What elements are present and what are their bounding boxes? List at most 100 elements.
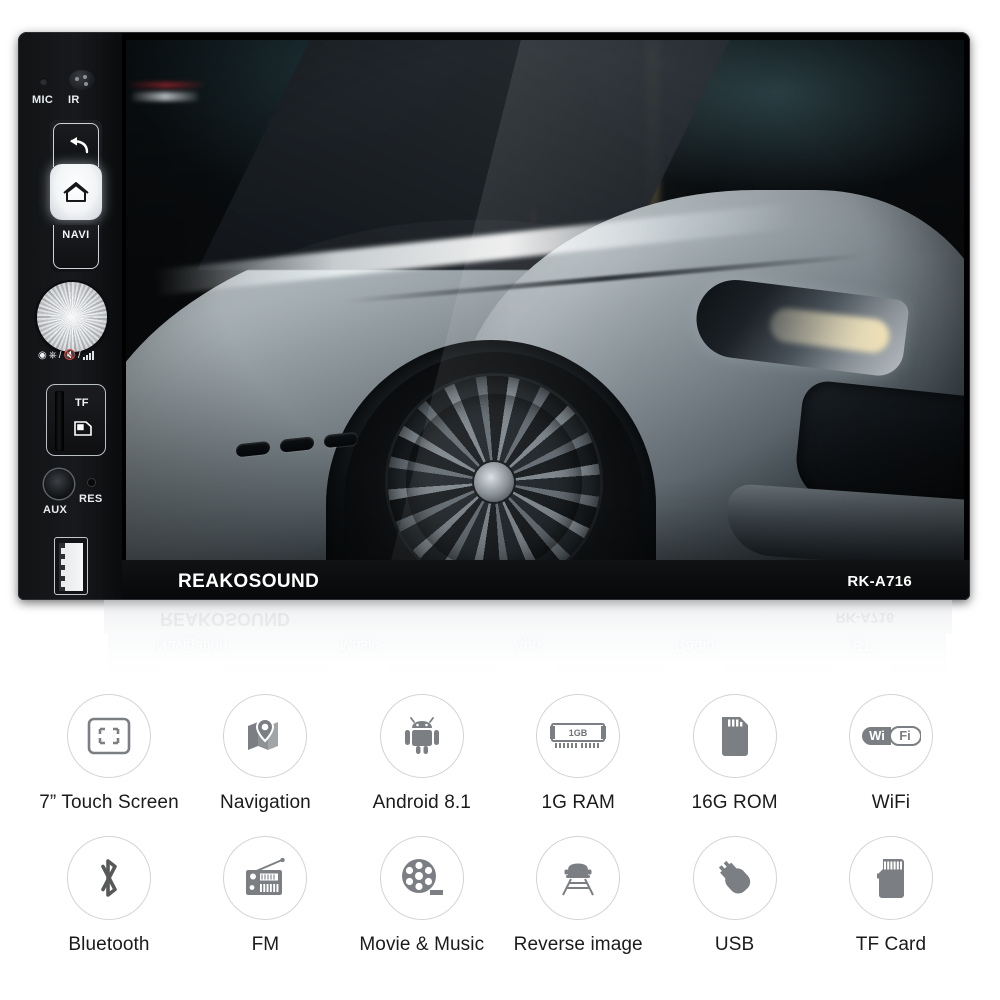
reflection-model-number: RK-A716	[835, 610, 894, 626]
background-white-light	[132, 92, 198, 101]
volume-bars-icon	[82, 351, 94, 360]
aux-label: AUX	[43, 504, 68, 516]
feature-icon-circle	[379, 694, 464, 778]
feature-ram[interactable]: 1GB 1G RAM	[505, 694, 651, 814]
device-stage: MIC IR NAVI ◉ ⎈ / 🔇 / TF AUX RES REAKOSO…	[0, 0, 1000, 690]
ram-module-icon: 1GB	[550, 723, 607, 748]
tf-card-slot[interactable]: TF	[46, 384, 106, 456]
feature-fm[interactable]: FM	[192, 836, 338, 956]
back-arrow-icon	[70, 137, 89, 154]
feature-label: Android 8.1	[372, 792, 471, 813]
feature-rom[interactable]: 16G ROM	[662, 694, 808, 814]
sd-card-icon	[74, 421, 92, 436]
feature-label: Movie & Music	[359, 934, 485, 955]
bluetooth-icon	[101, 859, 117, 897]
feature-label: USB	[714, 934, 755, 955]
feature-label: 1G RAM	[541, 792, 615, 813]
navi-label: NAVI	[62, 229, 90, 241]
android-robot-icon	[404, 717, 439, 754]
car-stereo-head-unit: MIC IR NAVI ◉ ⎈ / 🔇 / TF AUX RES REAKOSO…	[18, 32, 970, 600]
feature-label: Reverse image	[513, 934, 643, 955]
feature-icon-circle	[379, 836, 464, 920]
aux-input-jack[interactable]	[44, 469, 74, 499]
mic-label: MIC	[32, 94, 54, 106]
reflection-menu: Navigation Music App Radio BT	[108, 637, 946, 654]
back-button[interactable]	[53, 123, 99, 167]
feature-grid: 7” Touch Screen Navigation Android 8.1 1…	[0, 694, 1000, 1000]
feature-icon-circle	[223, 694, 308, 778]
reflection-menu-item: Navigation	[156, 637, 228, 654]
brand-name: REAKOSOUND	[178, 571, 320, 592]
eye-icon: ◉	[38, 350, 47, 361]
home-icon	[63, 182, 89, 202]
reflection-menu-item: App	[513, 637, 541, 654]
feature-android[interactable]: Android 8.1	[349, 694, 495, 814]
feature-icon-circle: Wi Fi	[848, 694, 933, 778]
feature-reverse-image[interactable]: Reverse image	[505, 836, 651, 956]
reflection-menu-item: Radio	[674, 637, 715, 654]
feature-icon-circle	[536, 836, 621, 920]
feature-wifi[interactable]: Wi Fi WiFi	[818, 694, 964, 814]
feature-bluetooth[interactable]: Bluetooth	[36, 836, 182, 956]
radio-icon	[246, 858, 286, 895]
wifi-badge-icon: Wi Fi	[861, 726, 921, 746]
feature-label: 7” Touch Screen	[39, 792, 179, 813]
slash-separator: /	[58, 350, 62, 361]
feature-label: Bluetooth	[68, 934, 150, 955]
feature-icon-circle	[692, 836, 777, 920]
display-screen[interactable]	[126, 40, 964, 560]
model-number: RK-A716	[847, 573, 912, 590]
power-mute-volume-icon: ◉ ⎈ / 🔇 /	[38, 350, 110, 361]
feature-navigation[interactable]: Navigation	[192, 694, 338, 814]
reset-button[interactable]	[88, 479, 95, 486]
reflection-menu-item: BT	[852, 637, 872, 654]
background-red-light	[126, 82, 206, 88]
home-button[interactable]	[50, 164, 102, 220]
film-reel-icon	[401, 859, 443, 895]
slash-separator: /	[77, 350, 81, 361]
feature-icon-circle	[67, 694, 151, 778]
ir-sensor-icon	[69, 70, 95, 90]
touch-screen-icon	[87, 717, 131, 755]
volume-power-knob[interactable]	[37, 282, 107, 352]
memory-card-icon	[721, 717, 748, 756]
ram-chip-text: 1GB	[569, 728, 588, 738]
tf-card-icon	[876, 859, 904, 898]
brand-bar: REAKOSOUND RK-A716	[122, 560, 970, 600]
mute-icon: 🔇	[63, 350, 76, 361]
feature-touch-screen[interactable]: 7” Touch Screen	[36, 694, 182, 814]
feature-label: TF Card	[855, 934, 927, 955]
ir-label: IR	[68, 94, 80, 106]
feature-icon-circle	[692, 694, 777, 778]
map-pin-icon	[248, 717, 279, 750]
screen-frame	[122, 32, 970, 600]
microphone-icon	[40, 78, 47, 85]
reflection-brand-bar: REAKOSOUND RK-A716	[104, 600, 952, 634]
feature-tf-card[interactable]: TF Card	[818, 836, 964, 956]
navi-button[interactable]: NAVI	[53, 225, 99, 269]
tf-label: TF	[75, 397, 89, 409]
feature-icon-circle	[848, 836, 933, 920]
feature-row-1: 7” Touch Screen Navigation Android 8.1 1…	[36, 694, 964, 814]
feature-label: FM	[251, 934, 280, 955]
feature-usb[interactable]: USB	[662, 836, 808, 956]
feature-label: Navigation	[220, 792, 311, 813]
feature-row-2: Bluetooth FM Movie & Music Reverse image…	[36, 836, 964, 956]
power-icon: ⎈	[48, 350, 57, 361]
feature-icon-circle	[67, 836, 151, 920]
control-faceplate: MIC IR NAVI ◉ ⎈ / 🔇 / TF AUX RES	[18, 32, 122, 600]
reverse-camera-car-icon	[562, 863, 595, 896]
usb-flash-drive-icon	[718, 860, 750, 894]
usb-port-icon[interactable]	[54, 537, 88, 595]
device-reflection: REAKOSOUND RK-A716 Navigation Music App …	[18, 600, 970, 688]
feature-label: WiFi	[871, 792, 911, 813]
tf-slot-opening	[55, 391, 64, 451]
feature-label: 16G ROM	[691, 792, 778, 813]
reflection-screen: Navigation Music App Radio BT	[108, 634, 946, 688]
button-stack: NAVI	[50, 120, 102, 272]
wheel-hub-emblem	[474, 462, 514, 502]
feature-icon-circle: 1GB	[536, 694, 621, 778]
wifi-text-fi: Fi	[899, 728, 911, 743]
feature-icon-circle	[223, 836, 308, 920]
feature-movie-music[interactable]: Movie & Music	[349, 836, 495, 956]
